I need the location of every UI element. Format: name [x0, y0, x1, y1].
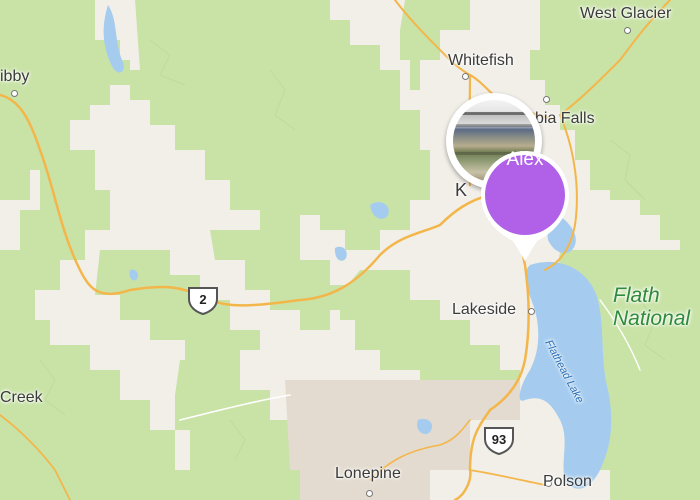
west-glacier-dot [624, 27, 631, 34]
label-national-park: Flath National [613, 284, 691, 331]
marker-name-alex: Alex [506, 149, 544, 170]
label-polson: Polson [543, 473, 592, 490]
libby-dot [11, 90, 18, 97]
lakeside-dot [528, 308, 535, 315]
map-canvas[interactable] [0, 0, 700, 500]
us-route-2-number: 2 [199, 292, 207, 307]
label-lonepine: Lonepine [335, 465, 401, 482]
label-whitefish: Whitefish [448, 52, 514, 69]
label-lakeside: Lakeside [452, 301, 517, 318]
label-creek: Creek [0, 389, 43, 406]
user-marker-alex[interactable]: Alex [479, 149, 571, 264]
us-route-2-shield: 2 [186, 285, 220, 316]
label-libby: ibby [0, 68, 30, 85]
us-route-93-shield: 93 [482, 425, 516, 456]
label-kalispell: K [455, 180, 468, 200]
us-route-93-number: 93 [491, 432, 507, 447]
label-columbia-falls: bia Falls [535, 110, 595, 127]
whitefish-dot [462, 73, 469, 80]
lonepine-dot [366, 490, 373, 497]
columbia-falls-dot [543, 96, 550, 103]
label-west-glacier: West Glacier [580, 5, 672, 22]
